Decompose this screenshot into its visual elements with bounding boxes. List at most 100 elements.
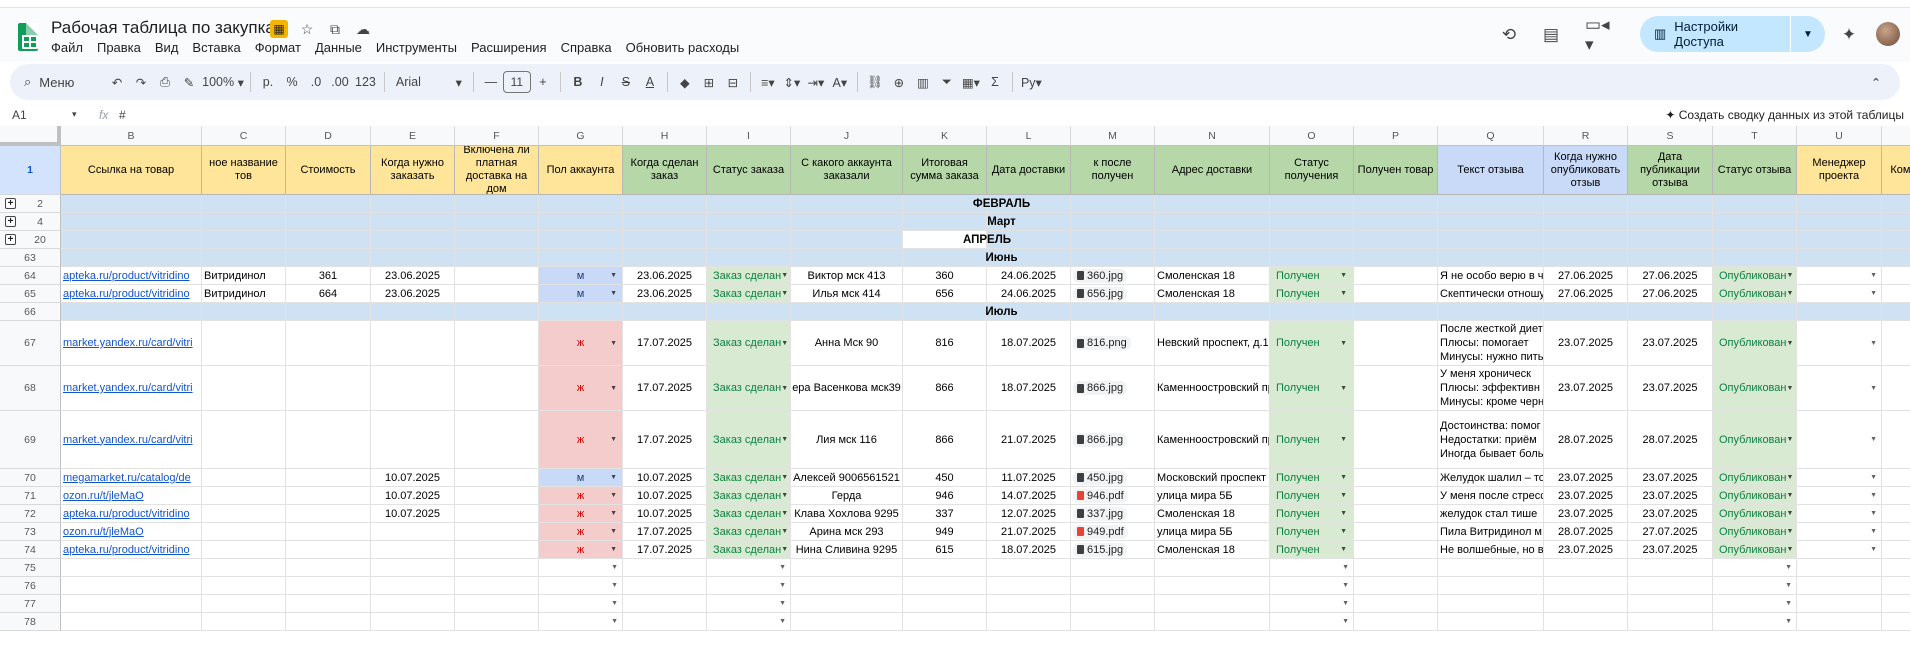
attachment-cell[interactable]: 360.jpg xyxy=(1071,267,1155,285)
month-cell[interactable] xyxy=(286,231,371,249)
ordered-date-cell[interactable]: 17.07.2025 xyxy=(623,541,707,559)
address-cell[interactable]: улица мира 5Б xyxy=(1155,523,1270,541)
received-item-cell[interactable] xyxy=(1354,487,1438,505)
cost-cell[interactable]: 664 xyxy=(286,285,371,303)
order-by-cell[interactable] xyxy=(371,411,455,469)
empty-cell[interactable] xyxy=(903,559,987,577)
cost-cell[interactable] xyxy=(286,411,371,469)
decrease-decimal[interactable]: .0 xyxy=(304,70,328,94)
chevron-down-icon[interactable]: ▼ xyxy=(1870,510,1877,517)
empty-cell[interactable] xyxy=(61,595,202,613)
column-header[interactable]: R xyxy=(1544,126,1628,146)
column-header[interactable]: F xyxy=(455,126,539,146)
publish-date-cell[interactable]: 27.06.2025 xyxy=(1628,267,1713,285)
received-item-cell[interactable] xyxy=(1354,469,1438,487)
receipt-status-cell[interactable]: Получен ▼ xyxy=(1270,366,1354,411)
delivery-date-cell[interactable]: 11.07.2025 xyxy=(987,469,1071,487)
empty-cell[interactable] xyxy=(1628,559,1713,577)
publish-due-cell[interactable]: 27.06.2025 xyxy=(1544,267,1628,285)
document-title[interactable]: Рабочая таблица по закупкам xyxy=(51,18,287,38)
header-cell[interactable]: ное название тов xyxy=(202,146,286,195)
share-dropdown-icon[interactable]: ▼ xyxy=(1790,16,1825,52)
receipt-status-cell[interactable]: Получен ▼ xyxy=(1270,523,1354,541)
chevron-down-icon[interactable]: ▼ xyxy=(611,564,618,571)
avatar[interactable] xyxy=(1876,22,1900,46)
row-header[interactable]: 69 xyxy=(0,411,61,469)
order-by-cell[interactable]: 10.07.2025 xyxy=(371,505,455,523)
empty-cell[interactable]: ▼ xyxy=(539,613,623,631)
row-header[interactable]: 64 xyxy=(0,267,61,285)
header-cell[interactable]: Когда сделан заказ xyxy=(623,146,707,195)
file-chip[interactable]: 450.jpg xyxy=(1073,470,1128,485)
star-icon[interactable]: ☆ xyxy=(298,20,316,38)
delivery-cell[interactable] xyxy=(455,321,539,366)
received-item-cell[interactable] xyxy=(1354,267,1438,285)
review-status-dropdown[interactable]: Опубликован ▼ xyxy=(1715,506,1794,521)
expand-group-icon[interactable]: + xyxy=(5,198,16,209)
gender-cell[interactable]: ж ▼ xyxy=(539,366,623,411)
comment-cell[interactable] xyxy=(1882,505,1910,523)
review-text-cell[interactable]: Не волшебные, но в xyxy=(1438,541,1544,559)
empty-cell[interactable] xyxy=(1882,613,1910,631)
header-cell[interactable]: Дата публикации отзыва xyxy=(1628,146,1713,195)
empty-cell[interactable] xyxy=(61,559,202,577)
received-item-cell[interactable] xyxy=(1354,523,1438,541)
empty-cell[interactable] xyxy=(903,595,987,613)
chevron-down-icon[interactable]: ▼ xyxy=(611,618,618,625)
delivery-date-cell[interactable]: 18.07.2025 xyxy=(987,366,1071,411)
account-cell[interactable]: Илья мск 414 xyxy=(791,285,903,303)
publish-date-cell[interactable]: 23.07.2025 xyxy=(1628,469,1713,487)
received-item-cell[interactable] xyxy=(1354,505,1438,523)
empty-cell[interactable] xyxy=(455,577,539,595)
comment-cell[interactable] xyxy=(1882,469,1910,487)
column-header[interactable]: B xyxy=(61,126,202,146)
gender-cell[interactable]: ж ▼ xyxy=(539,411,623,469)
review-status-cell[interactable]: Опубликован ▼ xyxy=(1713,411,1797,469)
empty-cell[interactable]: ▼ xyxy=(707,559,791,577)
empty-cell[interactable] xyxy=(371,559,455,577)
comment-cell[interactable] xyxy=(1882,267,1910,285)
empty-cell[interactable] xyxy=(1797,613,1882,631)
filter-icon[interactable]: ⏷ xyxy=(935,70,959,94)
comment-cell[interactable] xyxy=(1882,523,1910,541)
empty-cell[interactable] xyxy=(1628,595,1713,613)
empty-cell[interactable] xyxy=(1544,613,1628,631)
receipt-status-dropdown[interactable]: Получен ▼ xyxy=(1272,506,1351,521)
text-rotation-icon[interactable]: A▾ xyxy=(828,70,852,94)
review-text-cell[interactable]: Я не особо верю в чу xyxy=(1438,267,1544,285)
publish-date-cell[interactable]: 23.07.2025 xyxy=(1628,366,1713,411)
total-cell[interactable]: 337 xyxy=(903,505,987,523)
empty-cell[interactable] xyxy=(286,595,371,613)
chevron-down-icon[interactable]: ▼ xyxy=(1342,582,1349,589)
menu-insert[interactable]: Вставка xyxy=(192,40,240,55)
header-cell[interactable]: Итоговая сумма заказа xyxy=(903,146,987,195)
receipt-status-cell[interactable]: Получен ▼ xyxy=(1270,541,1354,559)
total-cell[interactable]: 360 xyxy=(903,267,987,285)
month-cell[interactable] xyxy=(1882,231,1910,249)
gender-cell[interactable]: ж ▼ xyxy=(539,505,623,523)
review-text-cell[interactable]: У меня хроническ Плюсы: эффективн Минусы: … xyxy=(1438,366,1544,411)
empty-cell[interactable] xyxy=(1544,559,1628,577)
receipt-status-cell[interactable]: Получен ▼ xyxy=(1270,487,1354,505)
total-cell[interactable]: 656 xyxy=(903,285,987,303)
filter-views-icon[interactable]: ▦▾ xyxy=(959,70,983,94)
month-cell[interactable] xyxy=(1071,231,1155,249)
attachment-cell[interactable]: 866.jpg xyxy=(1071,366,1155,411)
empty-cell[interactable] xyxy=(1155,559,1270,577)
gender-dropdown[interactable]: м ▼ xyxy=(541,286,620,301)
empty-cell[interactable] xyxy=(1797,595,1882,613)
review-status-cell[interactable]: Опубликован ▼ xyxy=(1713,469,1797,487)
chevron-down-icon[interactable]: ▼ xyxy=(1870,272,1877,279)
product-link[interactable]: apteka.ru/product/vitridino xyxy=(61,285,202,303)
account-cell[interactable]: ера Васенкова мск39 xyxy=(791,366,903,411)
publish-due-cell[interactable]: 23.07.2025 xyxy=(1544,366,1628,411)
address-cell[interactable]: Смоленская 18 xyxy=(1155,285,1270,303)
order-status-dropdown[interactable]: Заказ сделан ▼ xyxy=(709,470,788,485)
empty-cell[interactable] xyxy=(286,613,371,631)
order-status-dropdown[interactable]: Заказ сделан ▼ xyxy=(709,524,788,539)
column-header[interactable]: C xyxy=(202,126,286,146)
receipt-status-dropdown[interactable]: Получен ▼ xyxy=(1272,542,1351,557)
currency-format[interactable]: р. xyxy=(256,70,280,94)
gender-cell[interactable]: ж ▼ xyxy=(539,523,623,541)
month-cell[interactable] xyxy=(371,231,455,249)
